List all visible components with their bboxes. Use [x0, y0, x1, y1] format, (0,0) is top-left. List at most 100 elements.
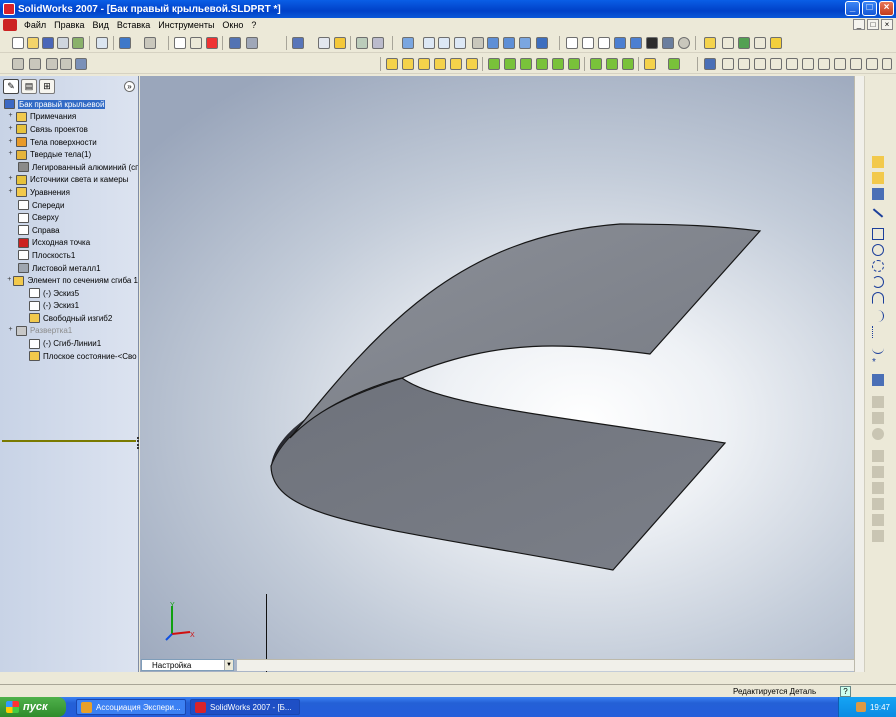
- help-icon[interactable]: [334, 37, 346, 49]
- circular-pattern-icon[interactable]: [872, 514, 884, 526]
- closed-corner-icon[interactable]: [590, 58, 602, 70]
- feature-tree-item[interactable]: Легированный алюминий (спл: [0, 161, 138, 174]
- section-view-icon[interactable]: [662, 37, 674, 49]
- vertical-scrollbar[interactable]: [854, 76, 864, 672]
- shadows-icon[interactable]: [646, 37, 658, 49]
- expand-icon[interactable]: +: [7, 125, 14, 133]
- relations-icon[interactable]: [872, 530, 884, 542]
- mirror-icon[interactable]: [872, 450, 884, 462]
- propertymanager-tab[interactable]: ▤: [21, 78, 37, 94]
- welded-corner-icon[interactable]: [606, 58, 618, 70]
- redo-icon[interactable]: [144, 37, 156, 49]
- feature-tree-item[interactable]: + Элемент по сечениям сгиба 1: [0, 274, 138, 287]
- taskbar-item-browser[interactable]: Ассоциация Экспери...: [76, 699, 186, 715]
- zoom-to-fit-icon[interactable]: [423, 37, 435, 49]
- feature-tree-item[interactable]: (-) Эскиз5: [0, 287, 138, 300]
- window-icon[interactable]: [292, 37, 304, 49]
- rollback-bar[interactable]: [2, 440, 136, 442]
- jog-icon[interactable]: [450, 58, 462, 70]
- feature-tree-item[interactable]: Спереди: [0, 199, 138, 212]
- collapse-panel-button[interactable]: »: [124, 81, 135, 92]
- quick-tips-icon[interactable]: ?: [840, 685, 851, 697]
- expand-icon[interactable]: +: [7, 175, 14, 183]
- taskbar-item-solidworks[interactable]: SolidWorks 2007 - [Б...: [190, 699, 300, 715]
- zoom-selection-icon[interactable]: [472, 37, 484, 49]
- feature-tree-item[interactable]: + Развертка1: [0, 325, 138, 338]
- rebuild-icon[interactable]: [206, 37, 218, 49]
- featuremanager-tab[interactable]: ✎: [3, 78, 19, 94]
- select-icon[interactable]: [174, 37, 186, 49]
- centerline-icon[interactable]: [872, 326, 884, 338]
- smart-dimension-icon[interactable]: [704, 37, 716, 49]
- solidworks-app-icon[interactable]: [3, 3, 15, 15]
- rip-icon[interactable]: [568, 58, 580, 70]
- feature-tree-item[interactable]: Листовой металл1: [0, 262, 138, 275]
- dropdown-arrow-icon[interactable]: ▼: [224, 660, 233, 670]
- menu-help[interactable]: ?: [247, 20, 260, 30]
- feature-tree-item[interactable]: + Уравнения: [0, 186, 138, 199]
- new-file-icon[interactable]: [12, 37, 24, 49]
- rectangle-icon[interactable]: [872, 228, 884, 240]
- expand-icon[interactable]: +: [7, 326, 14, 334]
- hidden-lines-removed-icon[interactable]: [598, 37, 610, 49]
- grid-icon[interactable]: [229, 37, 241, 49]
- doc-minimize-button[interactable]: _: [853, 19, 865, 30]
- print-preview-icon[interactable]: [72, 37, 84, 49]
- doc-restore-button[interactable]: □: [867, 19, 879, 30]
- 3-point-arc-icon[interactable]: [872, 292, 884, 304]
- minimize-button[interactable]: _: [845, 1, 860, 16]
- datum-target-icon[interactable]: [786, 58, 798, 70]
- properties-icon[interactable]: [318, 37, 330, 49]
- feature-tree-item[interactable]: + Тела поверхности: [0, 136, 138, 149]
- ellipse-icon[interactable]: [872, 310, 884, 322]
- shaded-icon[interactable]: [630, 37, 642, 49]
- feature-tree-item[interactable]: Справа: [0, 224, 138, 237]
- sketched-bend-icon[interactable]: [466, 58, 478, 70]
- no-bends-icon[interactable]: [536, 58, 548, 70]
- sketch-icon[interactable]: [872, 156, 884, 168]
- menu-insert[interactable]: Вставка: [113, 20, 154, 30]
- fillet-icon[interactable]: [872, 466, 884, 478]
- base-flange-icon[interactable]: [386, 58, 398, 70]
- forming-tool-icon[interactable]: [644, 58, 656, 70]
- menu-file[interactable]: Файл: [20, 20, 50, 30]
- cosmetic-thread-icon[interactable]: [882, 58, 892, 70]
- linear-dim-icon[interactable]: [722, 58, 734, 70]
- realview-icon[interactable]: [678, 37, 690, 49]
- tray-icon[interactable]: [855, 702, 866, 712]
- feature-tree-item[interactable]: (-) Сгиб-Линии1: [0, 337, 138, 350]
- edit-sketch-icon[interactable]: [46, 58, 58, 70]
- circle-icon[interactable]: [872, 244, 884, 256]
- 3d-sketch-icon[interactable]: [872, 172, 884, 184]
- note-icon[interactable]: [802, 58, 814, 70]
- expand-icon[interactable]: +: [7, 150, 14, 158]
- zoom-in-out-icon[interactable]: [454, 37, 466, 49]
- doc-close-button[interactable]: ×: [881, 19, 893, 30]
- feature-tree-item[interactable]: + Источники света и камеры: [0, 174, 138, 187]
- sheet-metal-part[interactable]: [140, 76, 854, 672]
- extend-icon[interactable]: [872, 412, 884, 424]
- hem-icon[interactable]: [434, 58, 446, 70]
- dimxpert-icon[interactable]: [704, 58, 716, 70]
- edge-flange-icon[interactable]: [402, 58, 414, 70]
- wireframe-icon[interactable]: [566, 37, 578, 49]
- close-button[interactable]: ×: [879, 1, 894, 16]
- flatten-icon[interactable]: [520, 58, 532, 70]
- hole-callout-icon[interactable]: [850, 58, 862, 70]
- feature-tree-item[interactable]: + Примечания: [0, 111, 138, 124]
- hidden-lines-visible-icon[interactable]: [582, 37, 594, 49]
- configuration-dropdown[interactable]: Настройка ▼: [141, 659, 234, 671]
- feature-tree-item[interactable]: (-) Эскиз1: [0, 300, 138, 313]
- feature-tree-item[interactable]: Плоскость1: [0, 249, 138, 262]
- sketch-icon[interactable]: [12, 58, 24, 70]
- vent-icon[interactable]: [668, 58, 680, 70]
- tangent-arc-icon[interactable]: [872, 276, 884, 288]
- expand-icon[interactable]: +: [7, 138, 14, 146]
- line-icon[interactable]: [872, 208, 884, 218]
- save-icon[interactable]: [42, 37, 54, 49]
- horizontal-scrollbar[interactable]: [237, 659, 854, 671]
- 3d-sketch-icon[interactable]: [29, 58, 41, 70]
- standard-views-icon[interactable]: [536, 37, 548, 49]
- simulation-icon[interactable]: [372, 37, 384, 49]
- zoom-area-icon[interactable]: [438, 37, 450, 49]
